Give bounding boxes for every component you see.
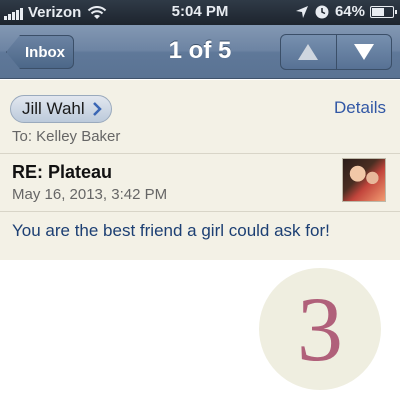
battery-fill xyxy=(372,7,385,16)
down-arrow-icon xyxy=(353,44,374,60)
status-bar: Verizon 5:04 PM 64% xyxy=(0,0,400,25)
sender-name: Jill Wahl xyxy=(22,99,85,118)
battery-icon xyxy=(370,5,397,18)
clock-icon xyxy=(315,5,329,18)
recipient-line: To: Kelley Baker xyxy=(12,128,121,145)
number-badge: 3 xyxy=(259,268,381,390)
navigation-bar: Inbox 1 of 5 xyxy=(0,25,400,79)
message-subject: RE: Plateau xyxy=(12,162,113,182)
number-label: 3 xyxy=(297,278,343,380)
message-body: You are the best friend a girl could ask… xyxy=(12,221,330,240)
message-nav-arrows xyxy=(280,34,392,70)
location-icon xyxy=(295,5,308,18)
previous-message-button[interactable] xyxy=(281,35,336,69)
details-link[interactable]: Details xyxy=(334,98,386,118)
divider xyxy=(0,211,400,212)
sender-avatar xyxy=(342,158,386,202)
divider xyxy=(0,153,400,154)
next-message-button[interactable] xyxy=(335,35,391,69)
sender-button[interactable]: Jill Wahl xyxy=(10,95,112,123)
message-date: May 16, 2013, 3:42 PM xyxy=(12,186,168,203)
message-header: Jill Wahl Details To: Kelley Baker RE: P… xyxy=(0,80,400,260)
status-right: 64% xyxy=(295,3,397,20)
chevron-right-icon xyxy=(92,102,102,116)
battery-percent: 64% xyxy=(334,3,365,20)
up-arrow-icon xyxy=(298,44,319,60)
